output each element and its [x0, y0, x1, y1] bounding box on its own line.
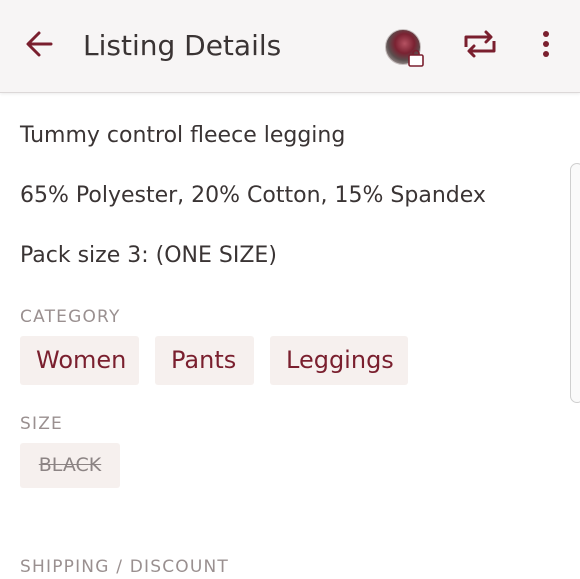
- page-title: Listing Details: [83, 29, 282, 62]
- scroll-handle[interactable]: [570, 163, 580, 403]
- shipping-discount-label: SHIPPING / DISCOUNT: [20, 557, 230, 577]
- more-vertical-icon: [541, 29, 551, 63]
- app-bar: Listing Details: [0, 0, 580, 93]
- size-label: SIZE: [20, 414, 63, 434]
- description-line: 65% Polyester, 20% Cotton, 15% Spandex: [20, 183, 486, 208]
- description-line: Tummy control fleece legging: [20, 123, 346, 148]
- repost-button[interactable]: [459, 28, 501, 64]
- category-chip-leggings[interactable]: Leggings: [270, 336, 408, 385]
- listing-details-screen: Listing Details Tummy control fleece leg…: [0, 0, 580, 579]
- more-options-button[interactable]: [532, 26, 560, 66]
- category-chip-pants[interactable]: Pants: [155, 336, 254, 385]
- category-label: CATEGORY: [20, 307, 121, 327]
- category-chip-women[interactable]: Women: [20, 336, 139, 385]
- size-chip: BLACK: [20, 443, 120, 488]
- description-line: Pack size 3: (ONE SIZE): [20, 243, 277, 268]
- shopping-bag-icon: [407, 49, 425, 67]
- listing-content: Tummy control fleece legging 65% Polyest…: [0, 93, 580, 579]
- repost-icon: [460, 29, 500, 63]
- back-button[interactable]: [20, 27, 58, 65]
- arrow-left-icon: [24, 29, 54, 63]
